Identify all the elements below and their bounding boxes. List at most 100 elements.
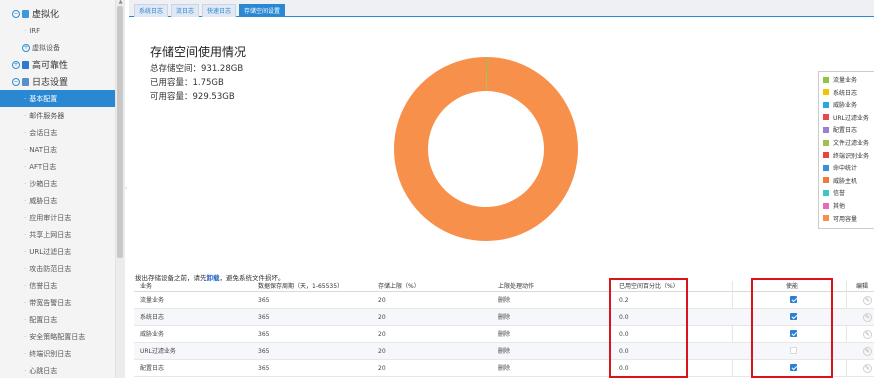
edit-icon[interactable]: ✎ xyxy=(863,330,872,339)
edit-icon[interactable]: ✎ xyxy=(863,296,872,305)
legend-item[interactable]: 信誉 xyxy=(823,187,845,198)
collapse-icon[interactable]: − xyxy=(12,77,20,86)
bullet-icon: · xyxy=(24,298,27,307)
legend-item[interactable]: 可用容量 xyxy=(823,213,857,224)
tab-storage-settings[interactable]: 存储空间设置 xyxy=(239,4,286,17)
legend-item[interactable]: 威胁业务 xyxy=(823,99,857,110)
sidebar-item-label: 虚拟化 xyxy=(32,10,60,20)
cell-period: 365 xyxy=(258,331,270,338)
legend-item[interactable]: 终端识别业务 xyxy=(823,150,869,161)
tab-fast-log[interactable]: 快速日志 xyxy=(202,4,237,17)
col-header-action: 上限处理动作 xyxy=(498,283,535,290)
log-settings-icon xyxy=(22,77,29,86)
legend-item[interactable]: 流量业务 xyxy=(823,74,857,85)
legend-label: 威胁主机 xyxy=(833,177,858,185)
cell-action: 删除 xyxy=(498,331,511,338)
enable-checkbox[interactable] xyxy=(790,364,797,371)
sidebar-item-mail-server[interactable]: · 邮件服务器 xyxy=(0,107,115,124)
collapse-icon[interactable]: − xyxy=(12,9,20,18)
legend-swatch xyxy=(823,152,829,159)
expand-icon[interactable]: + xyxy=(22,43,30,52)
sidebar-item-heartbeat-log[interactable]: · 心跳日志 xyxy=(0,362,115,378)
sidebar-item-shared-access-log[interactable]: · 共享上网日志 xyxy=(0,226,115,243)
page-title: 存储空间使用情况 xyxy=(150,45,247,59)
legend-label: 文件过滤业务 xyxy=(833,140,870,147)
expand-icon[interactable]: + xyxy=(12,60,20,69)
table-row: 配置日志 365 20 删除 0.0 ✎ xyxy=(134,360,874,377)
sidebar-item-terminal-id-log[interactable]: · 终端识别日志 xyxy=(0,345,115,362)
cell-action: 删除 xyxy=(498,365,511,372)
bullet-icon: · xyxy=(24,315,27,324)
sidebar-item-irf[interactable]: · IRF xyxy=(0,22,115,39)
legend-item[interactable]: 命中统计 xyxy=(823,162,857,173)
sidebar-item-aft-log[interactable]: · AFT日志 xyxy=(0,158,115,175)
col-header-service: 业务 xyxy=(140,283,153,290)
edit-icon[interactable]: ✎ xyxy=(863,313,872,322)
sidebar-item-label: 共享上网日志 xyxy=(29,230,72,239)
sidebar-item-app-audit-log[interactable]: · 应用审计日志 xyxy=(0,209,115,226)
tab-bar: 系统日志 流日志 快速日志 存储空间设置 xyxy=(129,0,874,17)
cell-limit: 20 xyxy=(378,348,386,355)
sidebar-item-log-settings[interactable]: − 日志设置 xyxy=(0,73,115,90)
edit-icon[interactable]: ✎ xyxy=(863,347,872,356)
sidebar-item-virtualization[interactable]: − 虚拟化 xyxy=(0,5,115,22)
legend-item[interactable]: URL过滤业务 xyxy=(823,112,869,123)
tab-system-log[interactable]: 系统日志 xyxy=(134,4,169,17)
cell-used-percent: 0.0 xyxy=(619,365,629,372)
legend-swatch xyxy=(823,101,829,108)
sidebar-item-label: NAT日志 xyxy=(29,145,57,154)
collapse-sidebar-icon[interactable]: ‹ xyxy=(125,185,129,207)
sidebar-item-bandwidth-alarm-log[interactable]: · 带宽告警日志 xyxy=(0,294,115,311)
bullet-icon: · xyxy=(24,230,27,239)
sidebar-item-label: 心跳日志 xyxy=(29,366,58,375)
sidebar-item-basic-config[interactable]: · 基本配置 xyxy=(0,90,115,107)
cell-used-percent: 0.0 xyxy=(619,348,629,355)
enable-checkbox[interactable] xyxy=(790,330,797,337)
sidebar-item-reputation-log[interactable]: · 信誉日志 xyxy=(0,277,115,294)
sidebar-item-config-log[interactable]: · 配置日志 xyxy=(0,311,115,328)
sidebar-item-security-policy-log[interactable]: · 安全策略配置日志 xyxy=(0,328,115,345)
sidebar-item-label: 威胁日志 xyxy=(29,196,58,205)
legend-item[interactable]: 系统日志 xyxy=(823,87,857,98)
virtualization-icon xyxy=(22,9,29,18)
tab-flow-log[interactable]: 流日志 xyxy=(171,4,200,17)
sidebar-item-label: 沙箱日志 xyxy=(29,179,58,188)
sidebar-item-threat-log[interactable]: · 威胁日志 xyxy=(0,192,115,209)
cell-period: 365 xyxy=(258,297,270,304)
legend-swatch xyxy=(823,177,829,184)
sidebar-item-high-availability[interactable]: + 高可靠性 xyxy=(0,56,115,73)
sidebar-item-nat-log[interactable]: · NAT日志 xyxy=(0,141,115,158)
legend-swatch xyxy=(823,76,829,83)
sidebar-item-virtual-device[interactable]: + 虚拟设备 xyxy=(0,39,115,56)
app-window: − 虚拟化 · IRF + 虚拟设备 + 高可靠性 − 日志设置 · 基本配置 … xyxy=(0,0,874,378)
sidebar-scrollbar[interactable]: ▲ xyxy=(116,0,125,378)
enable-checkbox[interactable] xyxy=(790,296,797,303)
edit-icon[interactable]: ✎ xyxy=(863,364,872,373)
sidebar-item-sandbox-log[interactable]: · 沙箱日志 xyxy=(0,175,115,192)
legend-item[interactable]: 威胁主机 xyxy=(823,175,857,186)
bullet-icon: · xyxy=(24,213,27,222)
legend-item[interactable]: 其他 xyxy=(823,200,845,211)
enable-checkbox[interactable] xyxy=(790,313,797,320)
legend-swatch xyxy=(823,189,829,196)
sidebar-item-attack-defense-log[interactable]: · 攻击防范日志 xyxy=(0,260,115,277)
legend-swatch xyxy=(823,139,829,146)
cell-service: 配置日志 xyxy=(140,365,165,372)
sidebar-item-label: 会话日志 xyxy=(29,128,58,137)
scroll-up-icon[interactable]: ▲ xyxy=(117,0,124,5)
bullet-icon: · xyxy=(24,366,27,375)
legend-swatch xyxy=(823,89,829,96)
sidebar-item-session-log[interactable]: · 会话日志 xyxy=(0,124,115,141)
sidebar-item-url-filter-log[interactable]: · URL过滤日志 xyxy=(0,243,115,260)
sidebar-item-label: 应用审计日志 xyxy=(29,213,72,222)
donut-slice-1[interactable] xyxy=(394,57,578,242)
bullet-icon: · xyxy=(24,349,27,358)
legend-label: 流量业务 xyxy=(833,77,858,84)
legend-item[interactable]: 文件过滤业务 xyxy=(823,137,869,148)
scrollbar-thumb[interactable] xyxy=(117,6,123,258)
table-row: 流量业务 365 20 删除 0.2 ✎ xyxy=(134,292,874,309)
cell-limit: 20 xyxy=(378,297,386,304)
enable-checkbox[interactable] xyxy=(790,347,797,354)
sidebar-item-label: 邮件服务器 xyxy=(29,111,65,120)
legend-item[interactable]: 配置日志 xyxy=(823,124,857,135)
